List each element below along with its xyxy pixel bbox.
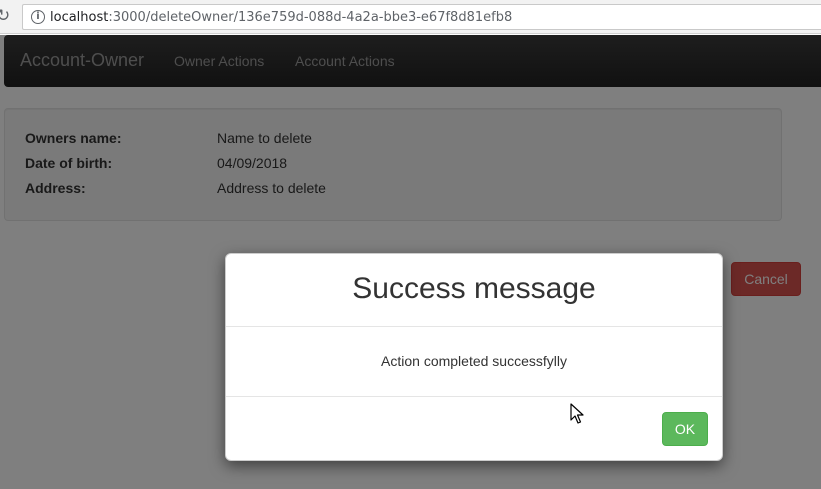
url-host: localhost [50, 10, 109, 25]
modal-header: Success message [226, 254, 722, 327]
browser-toolbar: ↻ i localhost:3000/deleteOwner/136e759d-… [0, 0, 821, 34]
modal-body: Action completed successfylly [226, 327, 722, 397]
url-path: :3000/deleteOwner/136e759d-088d-4a2a-bbe… [108, 10, 513, 25]
url-text: localhost:3000/deleteOwner/136e759d-088d… [50, 10, 512, 26]
reload-icon[interactable]: ↻ [0, 7, 12, 25]
mouse-cursor-icon [570, 403, 584, 424]
modal-message: Action completed successfylly [381, 353, 567, 369]
info-icon[interactable]: i [31, 10, 45, 24]
modal-title: Success message [352, 272, 596, 305]
success-modal: Success message Action completed success… [225, 253, 723, 461]
address-bar[interactable]: i localhost:3000/deleteOwner/136e759d-08… [22, 4, 821, 30]
ok-button[interactable]: OK [662, 412, 708, 446]
